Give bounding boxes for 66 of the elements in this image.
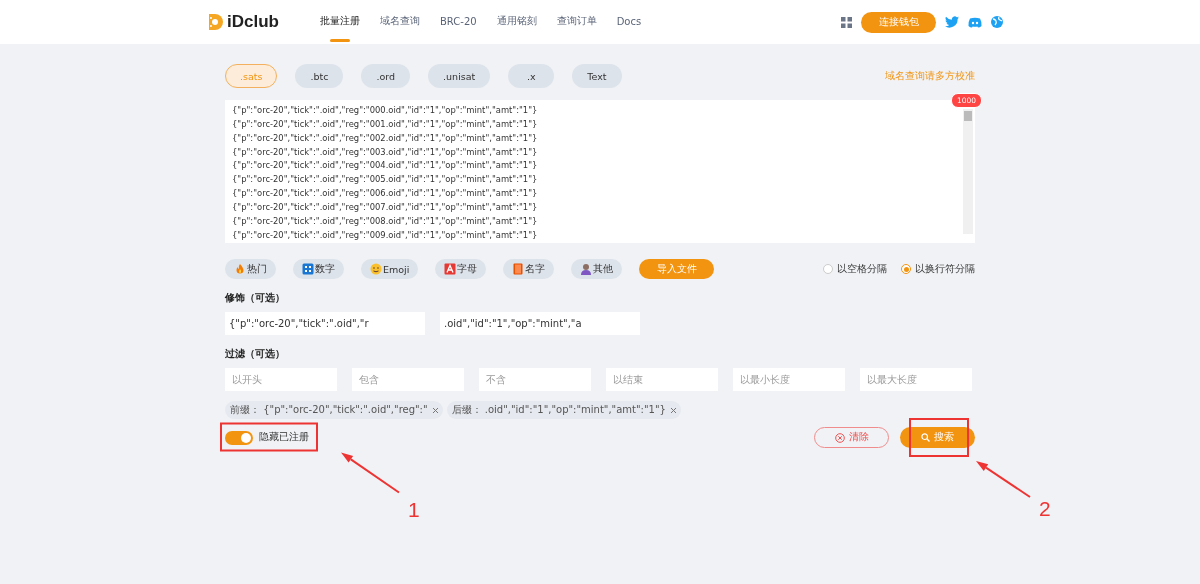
input-field[interactable]: 以开头 [225,368,337,391]
suffix-tab[interactable]: .btc [295,64,344,88]
grid-icon[interactable] [841,16,852,28]
book-icon [512,263,525,275]
close-icon[interactable] [669,406,677,414]
preset-button[interactable]: 其他 [571,259,623,279]
logo-icon [208,13,224,31]
annotation-number: 2 [1039,497,1051,521]
scrollbar[interactable] [963,109,973,234]
nav-link[interactable]: 域名查询 [370,0,430,44]
nav-link[interactable]: 批量注册 [310,0,370,44]
suffix-tab[interactable]: .x [508,64,555,88]
preset-button[interactable]: 名字 [503,259,555,279]
text-line: {"p":"orc-20","tick":".oid","reg":"003.oid","id":"1","op":"mint","amt":"1"} [232,145,539,159]
text-line: {"p":"orc-20","tick":".oid","reg":"005.oid","id":"1","op":"mint","amt":"1"} [232,173,539,187]
input-field[interactable]: 包含 [352,368,464,391]
highlight-frame [909,418,969,457]
radio-option[interactable]: 以空格分隔 [823,262,887,276]
input-field[interactable]: 以结束 [606,368,718,391]
digits-icon [302,263,314,275]
letter-icon [444,263,457,275]
preset-button[interactable]: Emoji [361,259,419,279]
chat-icon[interactable] [968,16,982,28]
text-line: {"p":"orc-20","tick":".oid","reg":"002.oid","id":"1","op":"mint","amt":"1"} [232,131,539,145]
input-field[interactable]: 不含 [479,368,591,391]
annotation-arrow [341,452,400,494]
preset-button[interactable]: 字母 [435,259,487,279]
input-field[interactable]: 以最小长度 [733,368,845,391]
preset-button[interactable]: 数字 [293,259,344,279]
nav-link[interactable]: Docs [606,0,652,44]
close-icon[interactable] [431,406,439,414]
annotation-arrow [976,461,1031,498]
query-note: 域名查询请多方校准 [885,69,975,83]
person-icon [580,263,593,275]
suffix-tab[interactable]: .unisat [428,64,491,88]
suffix-tab[interactable]: .ord [361,64,411,88]
text-line: {"p":"orc-20","tick":".oid","reg":"008.oid","id":"1","op":"mint","amt":"1"} [232,214,539,228]
text-line: {"p":"orc-20","tick":".oid","reg":"000.oid","id":"1","op":"mint","amt":"1"} [232,104,539,117]
globe-icon[interactable] [991,16,1003,28]
input-field[interactable]: 以最大长度 [860,368,972,391]
input-field[interactable]: {"p":"orc-20","tick":".oid","r [225,312,425,335]
clear-icon [834,432,845,443]
preset-button[interactable]: 热门 [225,259,276,279]
nav-link[interactable]: BRC-20 [430,0,487,44]
logo-text: iDclub [227,12,279,32]
section-title: 过滤（可选） [225,347,286,361]
text-line: {"p":"orc-20","tick":".oid","reg":"009.oid","id":"1","op":"mint","amt":"1"} [232,228,539,242]
text-line: {"p":"orc-20","tick":".oid","reg":"004.oid","id":"1","op":"mint","amt":"1"} [232,159,539,173]
toggle-label: 隐藏已注册 [259,431,309,444]
radio-option[interactable]: 以换行符分隔 [901,262,975,276]
text-line: {"p":"orc-20","tick":".oid","reg":"007.oid","id":"1","op":"mint","amt":"1"} [232,200,539,214]
tag-label: 前缀： {"p":"orc-20","tick":".oid","reg":" [230,403,428,417]
text-line: {"p":"orc-20","tick":".oid","reg":"001.oid","id":"1","op":"mint","amt":"1"} [232,117,539,131]
fire-icon [234,263,246,275]
section-title: 修饰（可选） [225,291,286,305]
smiley-icon [370,263,382,275]
tag-label: 后缀： .oid","id":"1","op":"mint","amt":"1"} [451,403,666,417]
input-field[interactable]: .oid","id":"1","op":"mint","a [440,312,640,335]
nav-link[interactable]: 通用铭刻 [486,0,547,44]
suffix-tab[interactable]: Text [572,64,622,88]
toggle-switch[interactable] [225,430,253,445]
text-line: {"p":"orc-20","tick":".oid","reg":"006.oid","id":"1","op":"mint","amt":"1"} [232,187,539,201]
bird-icon[interactable] [945,16,959,28]
search-icon [921,433,930,442]
nav-link[interactable]: 查询订单 [546,0,607,44]
annotation-number: 1 [408,497,420,522]
